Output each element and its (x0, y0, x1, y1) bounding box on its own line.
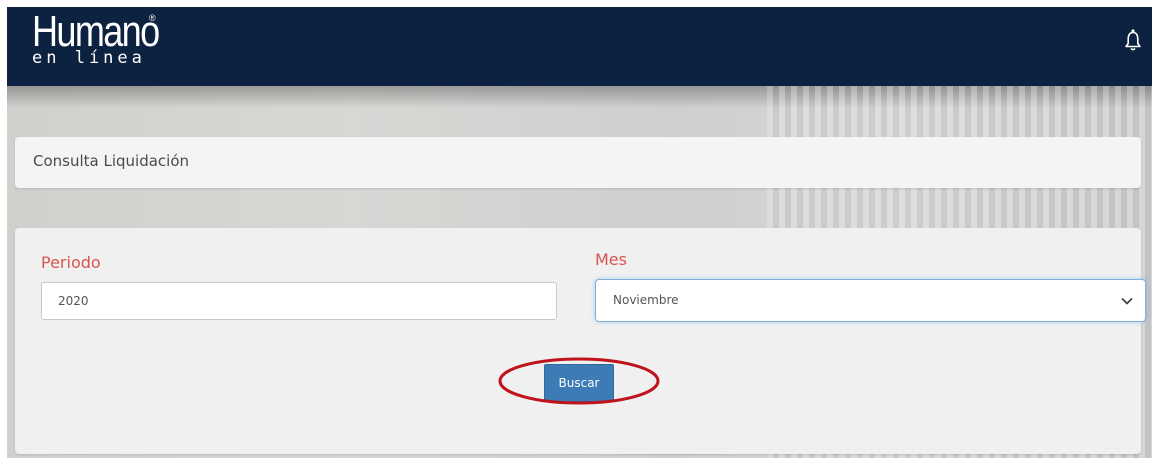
logo-main-text: Humano (32, 7, 160, 56)
title-card: Consulta Liquidación (15, 137, 1141, 188)
mes-label: Mes (595, 250, 627, 269)
mes-select[interactable]: Noviembre (595, 279, 1146, 322)
periodo-label: Periodo (41, 253, 101, 272)
top-navbar: Humano ® en línea (7, 7, 1152, 86)
periodo-input[interactable] (41, 282, 557, 320)
search-form-card: Periodo Mes Noviembre Buscar (15, 228, 1146, 454)
logo-registered-mark: ® (149, 13, 156, 23)
app-stage: Humano ® en línea Consulta Liquidación P… (0, 0, 1152, 458)
search-button-area: Buscar (496, 354, 662, 408)
humano-logo[interactable]: Humano ® en línea (32, 7, 186, 68)
bell-icon-svg (1125, 29, 1141, 51)
buscar-button[interactable]: Buscar (544, 364, 614, 402)
page-title: Consulta Liquidación (33, 152, 190, 170)
left-margin (0, 0, 7, 458)
chevron-down-icon (1121, 298, 1133, 305)
bell-icon[interactable] (1124, 26, 1142, 56)
mes-selected-value: Noviembre (613, 293, 679, 307)
